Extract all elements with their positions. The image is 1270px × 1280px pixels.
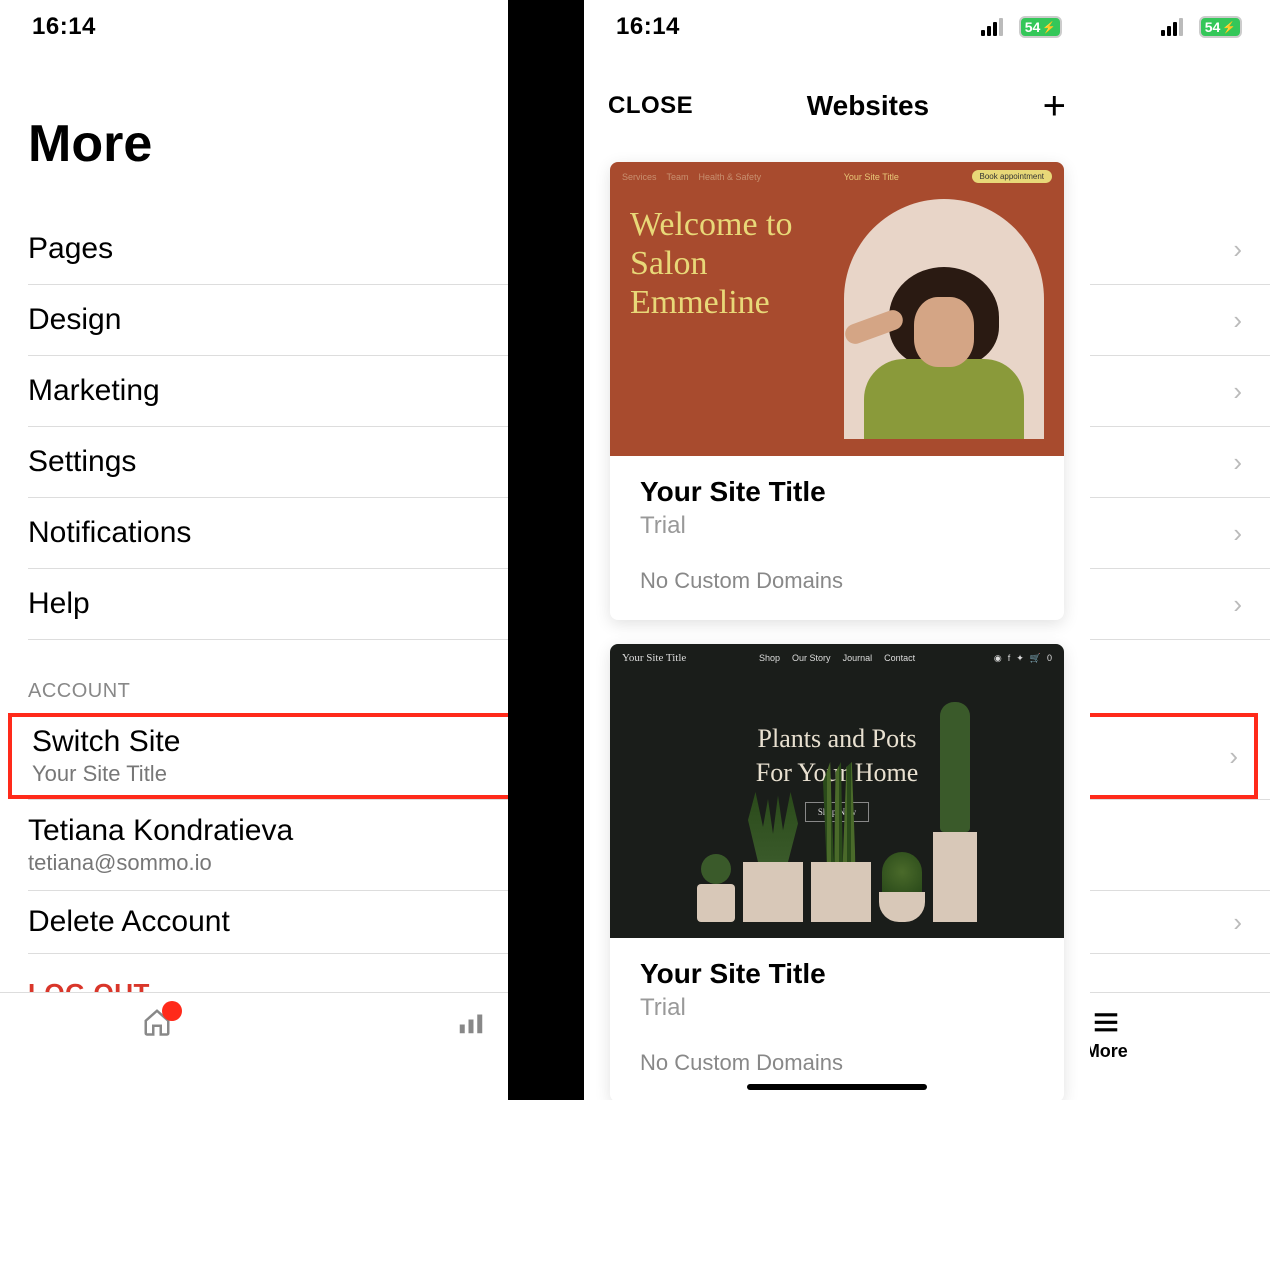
status-time: 16:14 [32,13,96,41]
chevron-right-icon: › [1233,305,1242,336]
site-title: Your Site Title [640,476,1034,508]
notification-badge-icon [162,1001,182,1021]
tab-more[interactable]: More [1085,1007,1128,1062]
site-thumbnail: ServicesTeamHealth & Safety Your Site Ti… [610,162,1064,456]
nav-title: Websites [807,90,929,122]
site-status: Trial [640,994,1034,1022]
chevron-right-icon: › [1233,589,1242,620]
close-button[interactable]: CLOSE [608,92,693,120]
chevron-right-icon: › [1233,234,1242,265]
site-card[interactable]: Your Site Title ShopOur StoryJournalCont… [610,644,1064,1100]
site-status: Trial [640,512,1034,540]
switch-site-subtitle: Your Site Title [32,761,180,787]
status-bar: 16:14 54⚡ [584,0,1090,54]
battery-icon: 54⚡ [1199,16,1242,38]
site-title: Your Site Title [640,958,1034,990]
nav-bar: CLOSE Websites + [584,54,1090,144]
thumb-image [610,782,1064,922]
switch-site-title: Switch Site [32,725,180,759]
site-thumbnail: Your Site Title ShopOur StoryJournalCont… [610,644,1064,938]
site-card[interactable]: ServicesTeamHealth & Safety Your Site Ti… [610,162,1064,620]
tab-home[interactable] [142,1007,172,1042]
chevron-right-icon: › [1233,447,1242,478]
chevron-right-icon: › [1229,741,1238,772]
site-domain: No Custom Domains [640,568,1034,594]
status-time: 16:14 [616,13,680,41]
add-site-button[interactable]: + [1043,86,1066,126]
thumb-image [844,199,1044,439]
battery-icon: 54⚡ [1019,16,1062,38]
site-domain: No Custom Domains [640,1050,1034,1076]
cellular-icon [981,18,1003,36]
user-email: tetiana@sommo.io [28,850,293,876]
divider [508,0,584,1100]
home-indicator[interactable] [747,1084,927,1090]
chevron-right-icon: › [1233,907,1242,938]
chevron-right-icon: › [1233,376,1242,407]
websites-screen: 16:14 54⚡ CLOSE Websites + ServicesTeamH… [584,0,1090,1100]
chevron-right-icon: › [1233,518,1242,549]
user-name: Tetiana Kondratieva [28,814,293,848]
tab-analytics[interactable] [456,1007,486,1037]
thumb-heading: Welcome to Salon Emmeline [630,199,844,441]
cellular-icon [1161,18,1183,36]
